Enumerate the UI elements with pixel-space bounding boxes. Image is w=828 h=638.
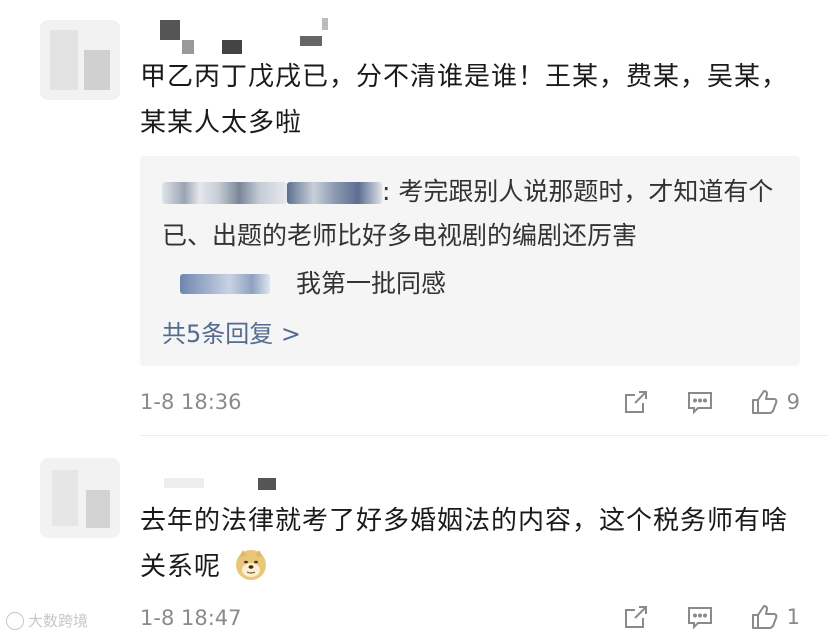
username-blurred[interactable]	[150, 14, 340, 54]
comment-button[interactable]	[685, 602, 715, 632]
share-icon	[624, 391, 647, 413]
thumbs-up-icon	[751, 605, 778, 629]
share-button[interactable]	[621, 602, 651, 632]
comment-timestamp: 1-8 18:47	[140, 606, 242, 630]
like-count: 1	[786, 605, 800, 629]
avatar[interactable]	[40, 20, 120, 100]
reply-text: 我第一批同感	[296, 269, 447, 298]
comment-text: 甲乙丙丁戊戌已，分不清谁是谁！王某，费某，吴某，某某人太多啦	[140, 62, 789, 138]
avatar[interactable]	[40, 458, 120, 538]
comment-item: 甲乙丙丁戊戌已，分不清谁是谁！王某，费某，吴某，某某人太多啦 : 考完跟别人说那…	[0, 0, 828, 436]
comment-icon	[687, 392, 712, 415]
comment-actions: 1	[587, 599, 800, 635]
username-blurred[interactable]	[150, 472, 290, 498]
watermark-logo-icon	[6, 611, 24, 630]
reply-username-blurred[interactable]	[287, 182, 382, 204]
reply-username-blurred[interactable]	[180, 274, 270, 294]
watermark: 大数跨境	[6, 610, 88, 631]
comment-text: 去年的法律就考了好多婚姻法的内容，这个税务师有啥关系呢	[140, 498, 790, 590]
comment-button[interactable]	[685, 387, 715, 417]
comment-item: 去年的法律就考了好多婚姻法的内容，这个税务师有啥关系呢 1-8 18:47 1	[0, 436, 828, 638]
reply-username-blurred[interactable]	[162, 182, 287, 204]
comment-actions: 9	[587, 384, 800, 420]
share-button[interactable]	[621, 387, 651, 417]
like-button[interactable]: 1	[749, 602, 800, 632]
watermark-text: 大数跨境	[28, 612, 89, 630]
view-all-replies-link[interactable]: 共5条回复 >	[162, 312, 301, 356]
doge-emoji-icon	[236, 550, 267, 580]
reply-item: : 考完跟别人说那题时，才知道有个已、出题的老师比好多电视剧的编剧还厉害	[162, 170, 782, 258]
share-icon	[624, 606, 647, 628]
like-count: 9	[786, 390, 800, 414]
thumbs-up-icon	[751, 390, 778, 414]
comment-timestamp: 1-8 18:36	[140, 390, 242, 414]
reply-preview[interactable]: : 考完跟别人说那题时，才知道有个已、出题的老师比好多电视剧的编剧还厉害 我第一…	[140, 156, 800, 366]
like-button[interactable]: 9	[749, 387, 800, 417]
comment-icon	[687, 607, 712, 630]
